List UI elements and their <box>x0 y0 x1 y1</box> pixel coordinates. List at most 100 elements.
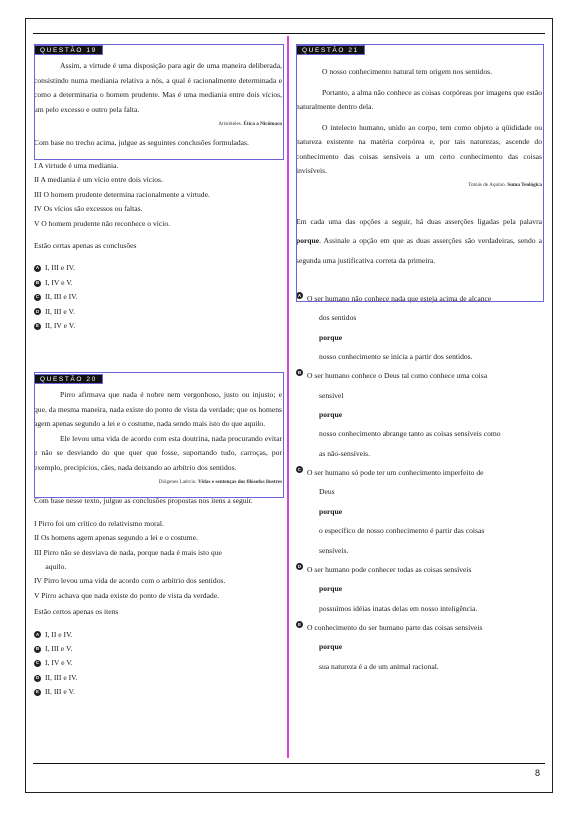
letter-c-icon: C <box>34 660 41 668</box>
source-title: Ética a Nicômaco <box>243 121 282 128</box>
alternative-a[interactable]: A I, III e IV. <box>34 261 282 275</box>
question-20-items: I Pirro foi um crítico do relativismo mo… <box>34 517 282 604</box>
question-19-text: Assim, a virtude é uma disposição para a… <box>34 61 282 114</box>
page-number: 8 <box>535 768 541 778</box>
question-19-alternatives: A I, III e IV. B I, IV e V. C II, III e IV.… <box>34 261 282 333</box>
alternative-c[interactable]: C O ser humano só pode ter um conhecimen… <box>296 463 542 560</box>
letter-d-icon: D <box>34 308 41 316</box>
letter-c-icon: C <box>296 466 303 474</box>
list-item: V O homem prudente não reconhece o vício… <box>34 218 171 228</box>
source-author: Diógenes Laércio. <box>158 478 197 485</box>
question-19-prompt: Com base no trecho acima, julgue as segu… <box>34 138 249 148</box>
question-20-alternatives: A I, II e IV. B I, III e V. C I, IV e V. DI… <box>34 628 282 700</box>
connector-keyword: porque <box>319 506 343 516</box>
list-item: II A mediania é um vício entre dois víci… <box>34 175 163 185</box>
question-21-text-1: O nosso conhecimento natural tem origem … <box>322 67 492 77</box>
alternative-text: I, III e V. <box>45 644 73 654</box>
alternative-text: I, II e IV. <box>45 629 73 639</box>
question-20: QUESTÃO 20 Pirro afirmava que nada é nob… <box>34 372 282 700</box>
question-21-header: QUESTÃO 21 <box>296 45 365 55</box>
list-item: IV Pirro levou uma vida de acordo com o … <box>34 576 226 586</box>
assertion-2: nosso conhecimento abrange tanto as cois… <box>319 429 501 439</box>
connector-keyword: porque <box>319 642 343 652</box>
alternative-text: I, IV e V. <box>45 277 73 287</box>
instruction-keyword: porque <box>296 236 320 246</box>
alternative-text: II, III e IV. <box>45 672 78 682</box>
question-20-text: Pirro afirmava que nada é nobre nem verg… <box>34 390 282 429</box>
alternative-text: II, IV e V. <box>45 321 76 331</box>
question-21-text-2: Portanto, a alma não conhece as coisas c… <box>296 87 542 112</box>
question-20-question: Estão certos apenas os itens <box>34 607 119 617</box>
question-21-alternatives: A O ser humano não conhece nada que este… <box>296 289 542 676</box>
connector-keyword: porque <box>319 332 343 342</box>
assertion-2: sua natureza é a de um animal racional. <box>319 661 439 671</box>
letter-b-icon: B <box>34 645 41 653</box>
bottom-rule <box>33 763 545 764</box>
question-20-source: Diógenes Laércio. Vidas e sentenças dos … <box>34 478 282 486</box>
alternative-text: I, III e IV. <box>45 263 76 273</box>
letter-a-icon: A <box>296 291 303 299</box>
question-19-source: Aristóteles. Ética a Nicômaco <box>34 120 282 128</box>
assertion-1-continued: sensível <box>319 390 344 400</box>
alternative-d[interactable]: D O ser humano pode conhecer todas as co… <box>296 560 542 618</box>
alternative-c[interactable]: C I, IV e V. <box>34 656 282 670</box>
list-item: IV Os vícios são excessos ou faltas. <box>34 204 143 214</box>
list-item: I Pirro foi um crítico do relativismo mo… <box>34 518 164 528</box>
alternative-c[interactable]: C II, III e IV. <box>34 290 282 304</box>
alternative-b[interactable]: B O ser humano conhece o Deus tal como c… <box>296 366 542 463</box>
alternative-b[interactable]: B I, III e V. <box>34 642 282 656</box>
alternative-e[interactable]: E II, IV e V. <box>34 319 282 333</box>
list-item: V Pirro achava que nada existe do ponto … <box>34 590 220 600</box>
assertion-1: O ser humano só pode ter um conhecimento… <box>307 468 484 478</box>
assertion-2: nosso conhecimento se inicia a partir do… <box>319 351 473 361</box>
connector-keyword: porque <box>319 584 343 594</box>
assertion-2-continued: sensíveis. <box>319 545 349 555</box>
letter-d-icon: D <box>296 562 303 570</box>
assertion-1: O conhecimento do ser humano parte das c… <box>307 623 483 632</box>
alternative-text: II, III e V. <box>45 306 75 316</box>
top-rule <box>33 33 545 34</box>
letter-a-icon: A <box>34 265 41 273</box>
letter-a-icon: A <box>34 631 41 639</box>
list-item: III Pirro não se desviava de nada, porqu… <box>34 547 222 557</box>
question-20-text-2: Ele levou uma vida de acordo com esta do… <box>34 433 282 472</box>
assertion-2: o específico de nosso conhecimento é par… <box>319 526 485 536</box>
instruction-text: . Assinale a opção em que as duas asserç… <box>296 236 542 266</box>
question-21-text-3: O intelecto humano, unido ao corpo, tem … <box>296 122 542 175</box>
question-19-header: QUESTÃO 19 <box>34 45 103 55</box>
alternative-d[interactable]: D II, III e IV. <box>34 671 282 685</box>
alternative-a[interactable]: A I, II e IV. <box>34 628 282 642</box>
list-item: II Os homens agem apenas segundo a lei e… <box>34 533 198 543</box>
letter-b-icon: B <box>34 279 41 287</box>
question-21-instruction: Em cada uma das opções a seguir, há duas… <box>296 212 542 271</box>
source-author: Tomás de Aquino. <box>468 182 506 189</box>
letter-d-icon: D <box>34 674 41 682</box>
alternative-b[interactable]: B I, IV e V. <box>34 276 282 290</box>
assertion-1: O ser humano pode conhecer todas as cois… <box>307 564 472 574</box>
assertion-1: O ser humano não conhece nada que esteja… <box>307 293 492 303</box>
question-20-prompt: Com base nesse texto, julgue as conclusõ… <box>34 496 253 506</box>
question-21: QUESTÃO 21 O nosso conhecimento natural … <box>296 43 542 676</box>
alternative-d[interactable]: D II, III e V. <box>34 305 282 319</box>
assertion-1-continued: dos sentidos <box>319 313 357 323</box>
alternative-e[interactable]: E II, III e V. <box>34 685 282 699</box>
question-19-question: Estão certas apenas as conclusões <box>34 240 137 250</box>
source-title: Suma Teológica <box>507 182 542 189</box>
assertion-1: O ser humano conhece o Deus tal como con… <box>307 371 488 381</box>
letter-e-icon: E <box>296 621 303 628</box>
source-author: Aristóteles. <box>218 121 243 128</box>
source-title: Vidas e sentenças dos filósofos ilustres <box>197 478 282 485</box>
alternative-text: II, III e IV. <box>45 292 78 302</box>
letter-e-icon: E <box>34 322 41 330</box>
alternative-text: I, IV e V. <box>45 658 73 668</box>
question-19: QUESTÃO 19 Assim, a virtude é uma dispos… <box>34 43 282 333</box>
alternative-e[interactable]: E O conhecimento do ser humano parte das… <box>296 618 542 676</box>
letter-b-icon: B <box>296 369 303 377</box>
list-item: III O homem prudente determina racionalm… <box>34 189 210 199</box>
alternative-a[interactable]: A O ser humano não conhece nada que este… <box>296 289 542 366</box>
letter-c-icon: C <box>34 293 41 301</box>
column-divider <box>287 36 289 758</box>
question-20-header: QUESTÃO 20 <box>34 374 103 384</box>
alternative-text: II, III e V. <box>45 687 75 697</box>
list-item: aquilo. <box>34 561 67 571</box>
